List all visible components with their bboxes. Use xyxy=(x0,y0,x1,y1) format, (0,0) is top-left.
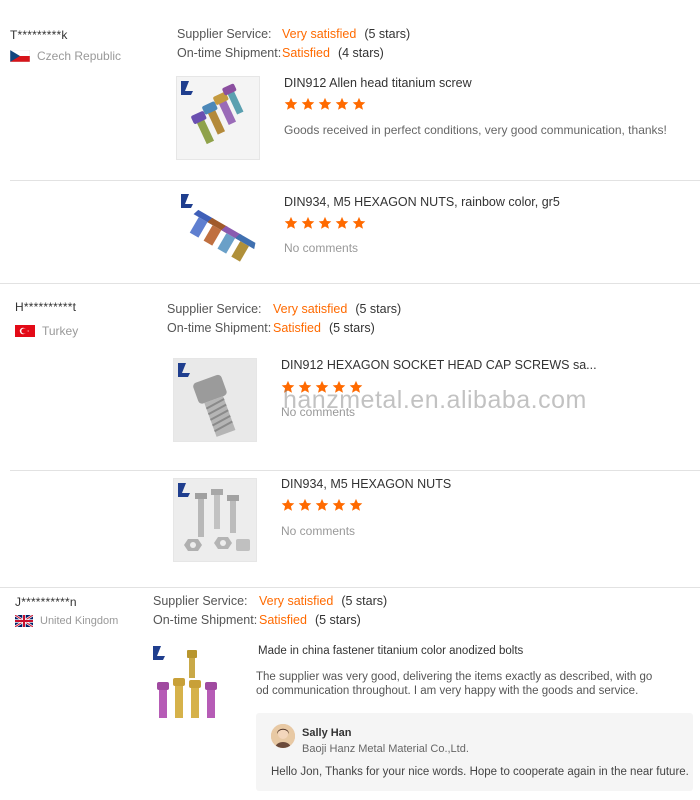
supplier-service-value: Very satisfied xyxy=(259,594,334,608)
star-icon xyxy=(315,498,329,512)
buyer-country: United Kingdom xyxy=(15,615,118,627)
supplier-service-rating: Supplier Service: Very satisfied (5 star… xyxy=(167,302,401,316)
country-label: United Kingdom xyxy=(40,615,119,627)
ontime-shipment-value: Satisfied xyxy=(273,321,321,335)
star-icon xyxy=(301,216,315,230)
avatar xyxy=(271,724,295,748)
turkey-flag-icon xyxy=(15,325,35,337)
supplier-service-label: Supplier Service: xyxy=(177,27,272,41)
star-icon xyxy=(332,498,346,512)
supplier-service-rating: Supplier Service: Very satisfied (5 star… xyxy=(153,594,387,608)
product-comment: No comments xyxy=(281,524,356,538)
star-icon xyxy=(284,97,298,111)
supplier-service-stars: (5 stars) xyxy=(341,594,388,608)
supplier-service-stars: (5 stars) xyxy=(364,27,411,41)
product-title[interactable]: DIN912 HEXAGON SOCKET HEAD CAP SCREWS sa… xyxy=(281,358,597,372)
product-thumbnail[interactable] xyxy=(173,478,257,562)
supplier-reply: Sally Han Baoji Hanz Metal Material Co.,… xyxy=(256,713,693,791)
czech-flag-icon xyxy=(10,50,30,62)
ontime-shipment-stars: (4 stars) xyxy=(337,46,384,60)
reply-author-name: Sally Han xyxy=(302,727,352,739)
star-icon xyxy=(284,216,298,230)
star-icon xyxy=(349,498,363,512)
buyer-country: Czech Republic xyxy=(10,49,121,63)
product-title[interactable]: Made in china fastener titanium color an… xyxy=(258,645,523,657)
ontime-shipment-stars: (5 stars) xyxy=(328,321,375,335)
product-thumbnail[interactable] xyxy=(176,76,260,160)
ontime-shipment-value: Satisfied xyxy=(282,46,330,60)
reply-text: Hello Jon, Thanks for your nice words. H… xyxy=(271,766,689,778)
country-label: Czech Republic xyxy=(37,49,122,63)
ontime-shipment-value: Satisfied xyxy=(259,613,307,627)
ontime-shipment-rating: On-time Shipment: Satisfied (4 stars) xyxy=(177,46,384,60)
product-title[interactable]: DIN934, M5 HEXAGON NUTS, rainbow color, … xyxy=(284,195,560,209)
product-rating-stars xyxy=(281,498,363,512)
star-icon xyxy=(301,97,315,111)
product-title[interactable]: DIN912 Allen head titanium screw xyxy=(284,76,472,90)
review-divider xyxy=(0,587,700,588)
ontime-shipment-label: On-time Shipment: xyxy=(177,46,282,60)
uk-flag-icon xyxy=(15,615,33,627)
product-comment: No comments xyxy=(284,241,359,255)
ontime-shipment-label: On-time Shipment: xyxy=(153,613,258,627)
ontime-shipment-label: On-time Shipment: xyxy=(167,321,272,335)
product-thumbnail[interactable] xyxy=(173,358,257,442)
star-icon xyxy=(352,216,366,230)
product-rating-stars xyxy=(284,97,366,111)
star-icon xyxy=(352,97,366,111)
review-divider xyxy=(0,283,700,284)
ontime-shipment-stars: (5 stars) xyxy=(314,613,361,627)
product-divider xyxy=(10,470,700,471)
country-label: Turkey xyxy=(42,324,79,338)
product-thumbnail[interactable] xyxy=(176,189,260,273)
buyer-name: T*********k xyxy=(10,28,68,42)
star-icon xyxy=(335,216,349,230)
buyer-country: Turkey xyxy=(15,324,78,338)
buyer-name: H**********t xyxy=(15,300,77,314)
supplier-service-value: Very satisfied xyxy=(273,302,348,316)
product-comment-line-2: od communication throughout. I am very h… xyxy=(256,685,639,697)
supplier-service-value: Very satisfied xyxy=(282,27,357,41)
product-comment: Goods received in perfect conditions, ve… xyxy=(284,123,667,137)
reply-company-name: Baoji Hanz Metal Material Co.,Ltd. xyxy=(302,743,469,755)
supplier-service-label: Supplier Service: xyxy=(167,302,262,316)
supplier-service-rating: Supplier Service: Very satisfied (5 star… xyxy=(177,27,410,41)
product-comment-line-1: The supplier was very good, delivering t… xyxy=(256,671,653,683)
ontime-shipment-rating: On-time Shipment: Satisfied (5 stars) xyxy=(167,321,375,335)
supplier-service-stars: (5 stars) xyxy=(355,302,402,316)
star-icon xyxy=(281,498,295,512)
watermark: hanzmetal.en.alibaba.com xyxy=(283,386,587,414)
product-rating-stars xyxy=(284,216,366,230)
supplier-service-label: Supplier Service: xyxy=(153,594,248,608)
product-thumbnail[interactable] xyxy=(148,641,232,725)
product-divider xyxy=(10,180,700,181)
product-title[interactable]: DIN934, M5 HEXAGON NUTS xyxy=(281,477,451,491)
ontime-shipment-rating: On-time Shipment: Satisfied (5 stars) xyxy=(153,613,361,627)
buyer-name: J**********n xyxy=(15,595,77,609)
star-icon xyxy=(318,216,332,230)
star-icon xyxy=(335,97,349,111)
star-icon xyxy=(318,97,332,111)
star-icon xyxy=(298,498,312,512)
